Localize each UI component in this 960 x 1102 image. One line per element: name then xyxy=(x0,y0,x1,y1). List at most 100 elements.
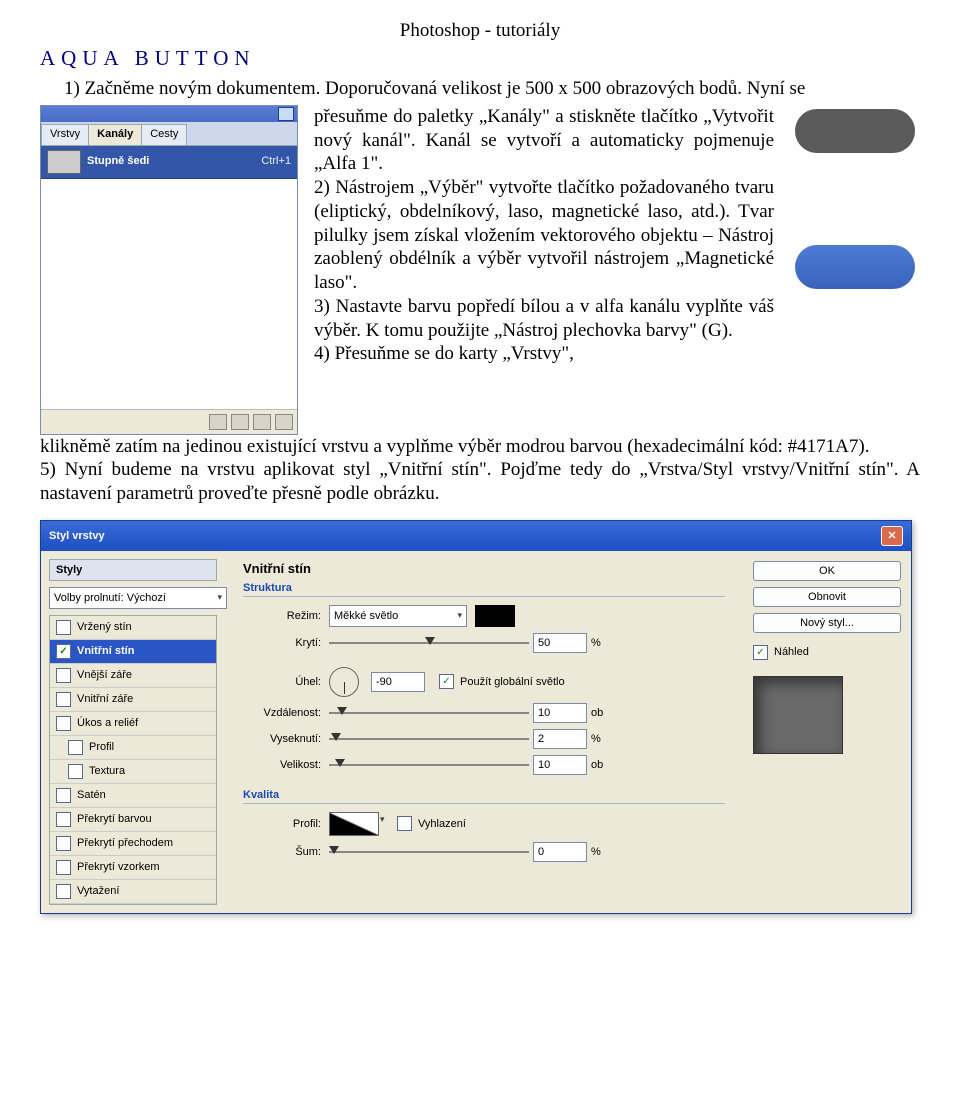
minimize-icon[interactable] xyxy=(278,107,294,121)
style-item[interactable]: Vržený stín xyxy=(50,616,216,640)
new-channel-icon[interactable] xyxy=(253,414,271,430)
noise-input[interactable]: 0 xyxy=(533,842,587,862)
opacity-label: Krytí: xyxy=(243,637,321,649)
style-item-checkbox[interactable] xyxy=(56,812,71,827)
channel-name: Stupně šedi xyxy=(87,155,261,169)
style-item-checkbox[interactable] xyxy=(56,644,71,659)
style-item-checkbox[interactable] xyxy=(56,668,71,683)
close-icon[interactable]: ✕ xyxy=(881,526,903,546)
channel-body xyxy=(41,179,297,409)
contour-picker[interactable] xyxy=(329,812,379,836)
channels-panel: Vrstvy Kanály Cesty Stupně šedi Ctrl+1 xyxy=(40,105,298,435)
channel-row[interactable]: Stupně šedi Ctrl+1 xyxy=(41,146,297,179)
style-item-label: Profil xyxy=(89,741,114,753)
style-item[interactable]: Vnitřní stín xyxy=(50,640,216,664)
style-item-label: Vržený stín xyxy=(77,621,132,633)
tab-channels[interactable]: Kanály xyxy=(88,124,142,145)
choke-slider[interactable] xyxy=(329,733,529,745)
ok-button[interactable]: OK xyxy=(753,561,901,581)
distance-input[interactable]: 10 xyxy=(533,703,587,723)
preview-label: Náhled xyxy=(774,646,809,658)
style-item[interactable]: Překrytí vzorkem xyxy=(50,856,216,880)
styles-list: Vržený stín Vnitřní stín Vnější záře Vnitřn… xyxy=(49,615,217,905)
preview-swatch xyxy=(753,676,843,754)
style-item-checkbox[interactable] xyxy=(56,716,71,731)
style-item-label: Překrytí vzorkem xyxy=(77,861,160,873)
panel-footer xyxy=(41,409,297,434)
blend-options-label: Volby prolnutí: Výchozí xyxy=(54,592,166,604)
noise-slider[interactable] xyxy=(329,846,529,858)
global-light-label: Použít globální světlo xyxy=(460,676,565,688)
size-input[interactable]: 10 xyxy=(533,755,587,775)
style-item-checkbox[interactable] xyxy=(56,836,71,851)
distance-unit: ob xyxy=(591,707,603,719)
trash-icon[interactable] xyxy=(275,414,293,430)
style-item-label: Satén xyxy=(77,789,106,801)
load-selection-icon[interactable] xyxy=(209,414,227,430)
page-header: Photoshop - tutoriály xyxy=(40,20,920,42)
pill-blue xyxy=(795,245,915,289)
noise-label: Šum: xyxy=(243,846,321,858)
choke-input[interactable]: 2 xyxy=(533,729,587,749)
style-item-checkbox[interactable] xyxy=(56,860,71,875)
group-structure: Struktura xyxy=(243,582,725,597)
size-unit: ob xyxy=(591,759,603,771)
size-slider[interactable] xyxy=(329,759,529,771)
tab-layers[interactable]: Vrstvy xyxy=(41,124,89,145)
style-item[interactable]: Profil xyxy=(50,736,216,760)
choke-label: Vyseknutí: xyxy=(243,733,321,745)
style-item[interactable]: Překrytí barvou xyxy=(50,808,216,832)
center-title: Vnitřní stín xyxy=(243,561,725,576)
tab-paths[interactable]: Cesty xyxy=(141,124,187,145)
opacity-input[interactable]: 50 xyxy=(533,633,587,653)
size-label: Velikost: xyxy=(243,759,321,771)
save-selection-icon[interactable] xyxy=(231,414,249,430)
style-item[interactable]: Úkos a reliéf xyxy=(50,712,216,736)
style-item-label: Úkos a reliéf xyxy=(77,717,138,729)
style-item-label: Vnitřní stín xyxy=(77,645,134,657)
layer-style-dialog: Styl vrstvy ✕ Styly Volby prolnutí: Vých… xyxy=(40,520,912,914)
panel-titlebar xyxy=(41,106,297,122)
mode-select[interactable]: Měkké světlo xyxy=(329,605,467,627)
style-item[interactable]: Satén xyxy=(50,784,216,808)
style-item[interactable]: Vytažení xyxy=(50,880,216,904)
preview-checkbox[interactable] xyxy=(753,645,768,660)
new-style-button[interactable]: Nový styl... xyxy=(753,613,901,633)
style-item[interactable]: Textura xyxy=(50,760,216,784)
style-item-label: Vnitřní záře xyxy=(77,693,133,705)
style-item-checkbox[interactable] xyxy=(56,884,71,899)
after-float-paragraph: klikněmě zatím na jedinou existující vrs… xyxy=(40,435,920,506)
group-quality: Kvalita xyxy=(243,789,725,804)
style-item-checkbox[interactable] xyxy=(56,788,71,803)
global-light-checkbox[interactable] xyxy=(439,674,454,689)
dialog-titlebar: Styl vrstvy ✕ xyxy=(41,521,911,551)
style-item-checkbox[interactable] xyxy=(56,692,71,707)
reset-button[interactable]: Obnovit xyxy=(753,587,901,607)
page-title: AQUA BUTTON xyxy=(40,46,920,71)
dialog-title: Styl vrstvy xyxy=(49,530,105,542)
style-item[interactable]: Překrytí přechodem xyxy=(50,832,216,856)
shadow-color-swatch[interactable] xyxy=(475,605,515,627)
antialias-checkbox[interactable] xyxy=(397,816,412,831)
style-item-checkbox[interactable] xyxy=(68,764,83,779)
styles-header[interactable]: Styly xyxy=(49,559,217,581)
style-item-label: Textura xyxy=(89,765,125,777)
choke-unit: % xyxy=(591,733,601,745)
distance-slider[interactable] xyxy=(329,707,529,719)
mode-value: Měkké světlo xyxy=(334,610,398,622)
intro-line: 1) Začněme novým dokumentem. Doporučovan… xyxy=(64,77,920,101)
example-pills xyxy=(790,105,920,303)
channel-shortcut: Ctrl+1 xyxy=(261,155,291,169)
style-item-checkbox[interactable] xyxy=(56,620,71,635)
angle-label: Úhel: xyxy=(243,676,321,688)
angle-dial[interactable] xyxy=(329,667,359,697)
opacity-slider[interactable] xyxy=(329,637,529,649)
style-item[interactable]: Vnitřní záře xyxy=(50,688,216,712)
channel-thumb xyxy=(47,150,81,174)
blend-options-dropdown[interactable]: Volby prolnutí: Výchozí xyxy=(49,587,227,609)
angle-input[interactable]: -90 xyxy=(371,672,425,692)
style-item-checkbox[interactable] xyxy=(68,740,83,755)
style-item[interactable]: Vnější záře xyxy=(50,664,216,688)
style-item-label: Překrytí přechodem xyxy=(77,837,173,849)
pill-gray xyxy=(795,109,915,153)
